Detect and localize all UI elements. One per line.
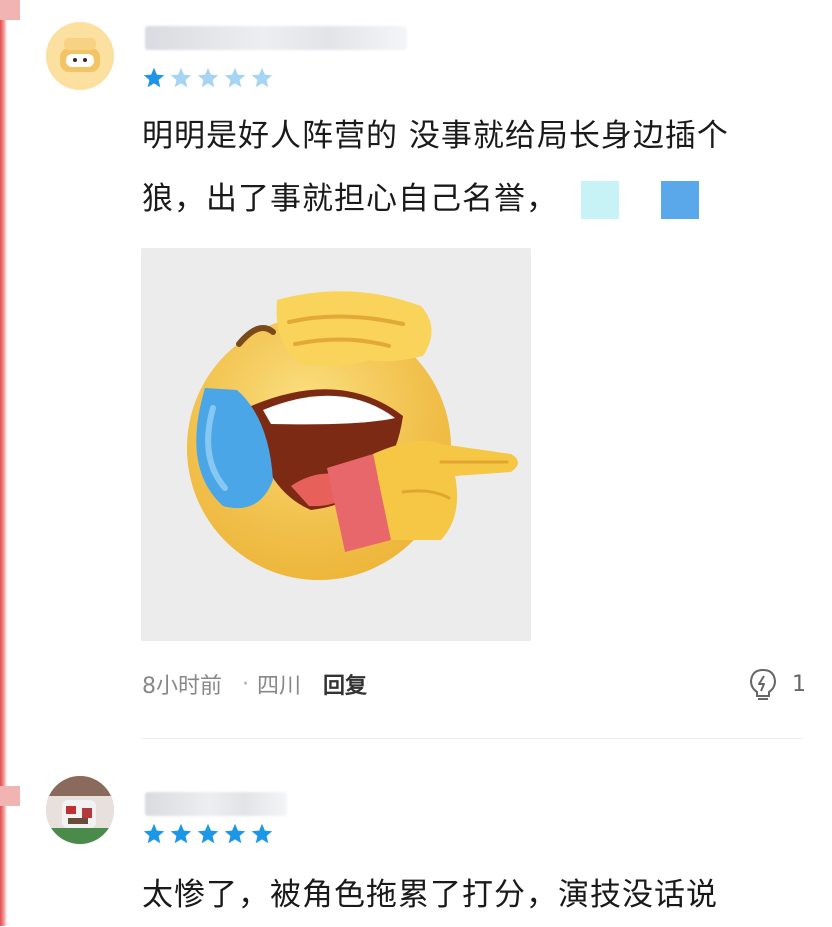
star-icon <box>170 823 192 844</box>
like-count: 1 <box>792 671 806 697</box>
star-icon <box>170 67 192 88</box>
star-rating <box>142 66 274 90</box>
inline-emoji-icon <box>581 181 619 219</box>
inline-emoji-icon <box>661 181 699 219</box>
edge-marker <box>0 0 20 20</box>
avatar[interactable] <box>46 776 114 844</box>
meta-separator: · <box>242 671 249 697</box>
comment-image[interactable] <box>141 248 531 641</box>
username-blurred[interactable] <box>145 792 287 816</box>
avatar-photo-icon <box>46 776 114 844</box>
comment-text-line: 太惨了，被角色拖累了打分，演技没话说 <box>142 877 718 913</box>
avatar[interactable] <box>46 22 114 90</box>
lightbulb-icon <box>749 668 777 700</box>
comment-text-line: 明明是好人阵营的 没事就给局长身边插个 <box>142 118 729 154</box>
comment-divider <box>142 738 802 739</box>
star-icon <box>143 823 165 844</box>
star-icon <box>251 823 273 844</box>
comment-region: 四川 <box>257 674 302 699</box>
edge-marker <box>0 786 20 806</box>
star-icon <box>197 823 219 844</box>
comment-time: 8小时前 <box>142 674 222 699</box>
reply-button[interactable]: 回复 <box>323 668 367 700</box>
like-button[interactable]: 1 <box>746 667 806 701</box>
facepalm-laughing-emoji-icon <box>187 291 518 580</box>
star-icon <box>197 67 219 88</box>
star-rating <box>142 822 274 846</box>
comment-text-line: 狼，出了事就担心自己名誉， <box>142 181 558 217</box>
star-icon <box>224 67 246 88</box>
avatar-face-icon <box>46 22 114 90</box>
username-blurred[interactable] <box>145 26 407 50</box>
star-icon <box>251 67 273 88</box>
star-icon <box>224 823 246 844</box>
comment-meta: 8小时前 · 四川 回复 <box>142 668 367 700</box>
star-icon <box>143 67 165 88</box>
